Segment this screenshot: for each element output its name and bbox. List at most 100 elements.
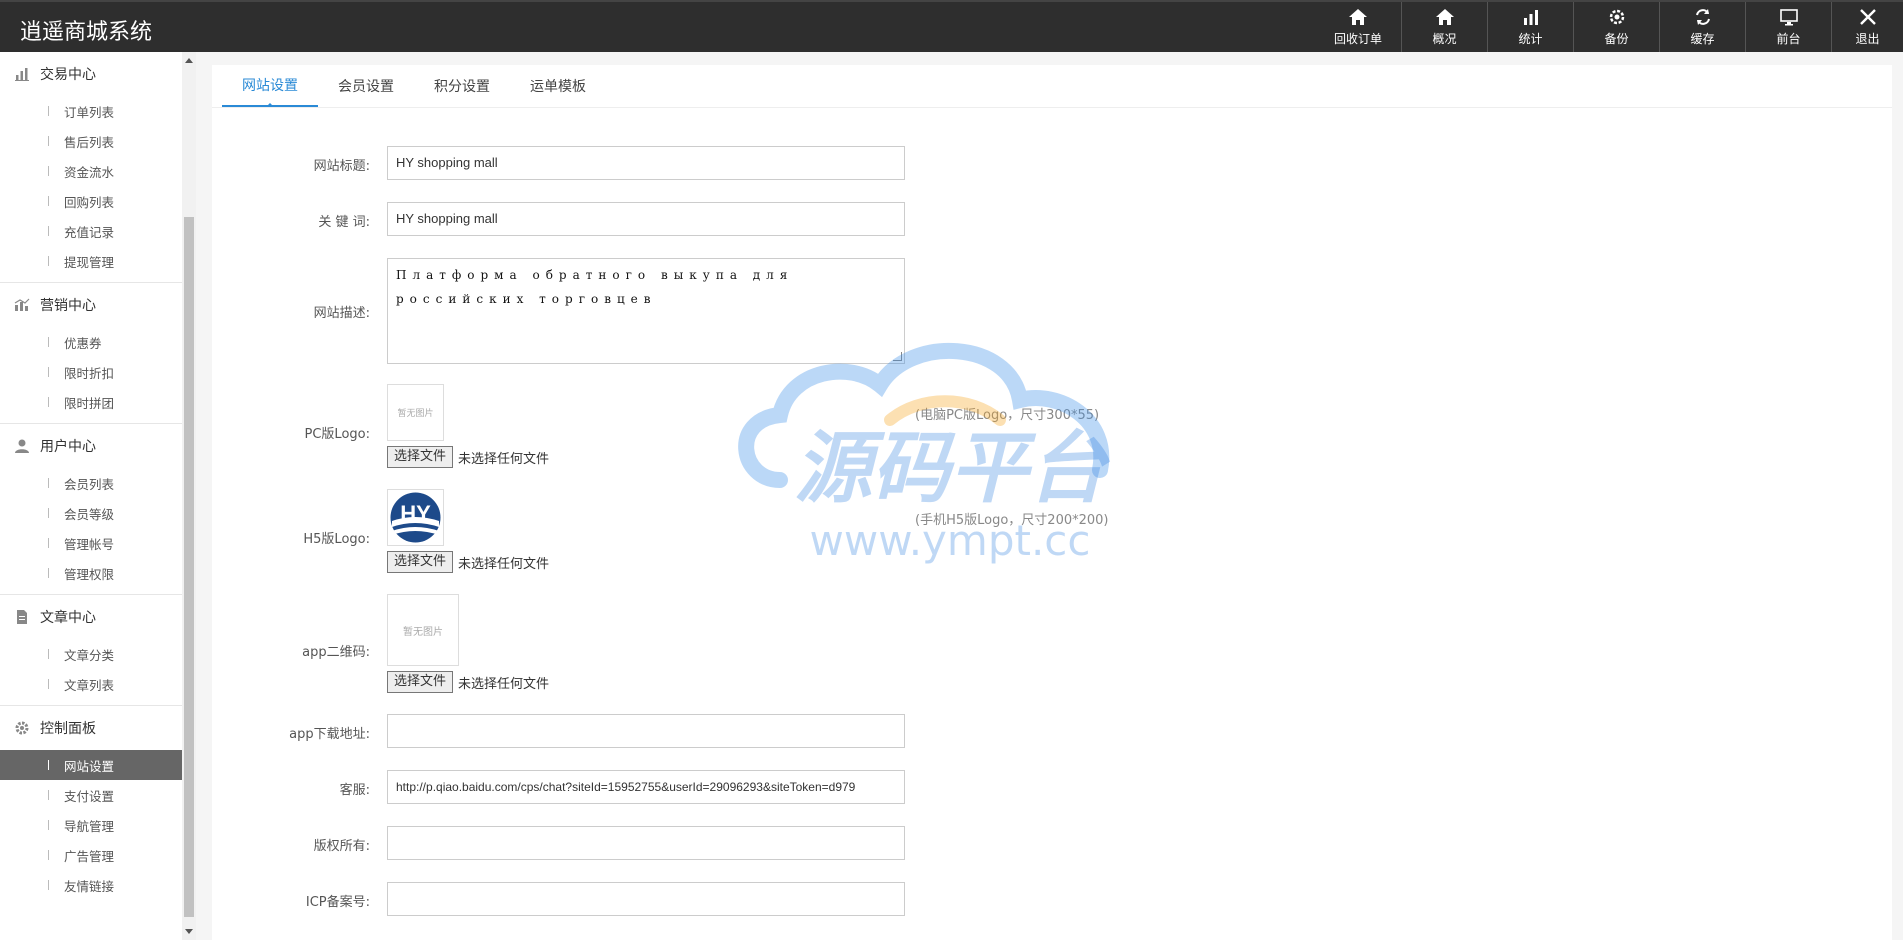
sidebar-item-label: 文章分类: [64, 647, 115, 663]
sidebar-item-ads[interactable]: 广告管理: [0, 840, 182, 870]
sidebar-item-buyback[interactable]: 回购列表: [0, 186, 182, 216]
sidebar-group-header[interactable]: 营销中心: [0, 283, 182, 327]
sidebar-item-article-list[interactable]: 文章列表: [0, 669, 182, 699]
keywords-input[interactable]: HY shopping mall: [387, 202, 905, 236]
main-panel: 网站设置 会员设置 积分设置 运单模板 网站标题: HY shopping ma…: [212, 65, 1892, 940]
nav-statistics[interactable]: 统计: [1487, 2, 1573, 52]
tab-member-settings[interactable]: 会员设置: [318, 65, 414, 107]
pc-logo-hint: (电脑PC版Logo，尺寸300*55): [915, 408, 1100, 423]
home-icon: [1435, 9, 1454, 25]
document-icon: [17, 610, 27, 624]
nav-overview[interactable]: 概况: [1401, 2, 1487, 52]
pc-logo-label: PC版Logo:: [304, 427, 370, 442]
sidebar-item-article-categories[interactable]: 文章分类: [0, 639, 182, 669]
tab-points-settings[interactable]: 积分设置: [414, 65, 510, 107]
description-textarea[interactable]: Платформа обратного выкупа для российски…: [387, 258, 905, 364]
sidebar-item-label: 优惠券: [64, 335, 102, 351]
sidebar-item-group-buy[interactable]: 限时拼团: [0, 387, 182, 417]
refresh-icon: [1695, 9, 1710, 25]
sidebar-item-label: 限时拼团: [64, 395, 115, 411]
sidebar-group-articles: 文章中心 文章分类 文章列表: [0, 595, 182, 706]
sidebar-item-aftersale[interactable]: 售后列表: [0, 126, 182, 156]
icp-input[interactable]: [387, 882, 905, 916]
sidebar-group-header[interactable]: 交易中心: [0, 52, 182, 96]
sidebar-item-label: 支付设置: [64, 788, 115, 804]
user-icon: [15, 439, 29, 453]
site-title-label: 网站标题:: [313, 159, 370, 174]
bar-chart-icon: [1523, 10, 1538, 25]
resize-handle-icon[interactable]: [893, 352, 902, 361]
sidebar-item-label: 广告管理: [64, 848, 115, 864]
home-icon: [1349, 9, 1367, 25]
hy-logo-text: HY: [400, 501, 431, 526]
sidebar-item-flash-discount[interactable]: 限时折扣: [0, 357, 182, 387]
nav-recycle-orders[interactable]: 回收订单: [1315, 2, 1401, 52]
sidebar-group-title: 用户中心: [40, 439, 96, 455]
sidebar: 交易中心 订单列表 售后列表 资金流水 回购列表 充值记录 提现管理 营销中心 …: [0, 52, 182, 940]
sidebar-item-label: 导航管理: [64, 818, 115, 834]
app-url-input[interactable]: [387, 714, 905, 748]
sidebar-group-title: 控制面板: [40, 721, 96, 737]
file-status: 未选择任何文件: [458, 451, 550, 467]
tab-site-settings[interactable]: 网站设置: [222, 65, 318, 107]
scroll-down-icon[interactable]: [185, 929, 193, 934]
scroll-up-icon[interactable]: [185, 58, 193, 63]
sidebar-item-recharge[interactable]: 充值记录: [0, 216, 182, 246]
tab-waybill-template[interactable]: 运单模板: [510, 65, 606, 107]
nav-label: 统计: [1518, 32, 1543, 46]
sidebar-item-label: 管理权限: [64, 566, 115, 582]
sidebar-item-admin-accounts[interactable]: 管理帐号: [0, 528, 182, 558]
sidebar-item-coupons[interactable]: 优惠券: [0, 327, 182, 357]
pc-logo-preview: 暂无图片: [387, 384, 444, 441]
sidebar-group-trade: 交易中心 订单列表 售后列表 资金流水 回购列表 充值记录 提现管理: [0, 52, 182, 283]
gear-icon: [1609, 9, 1624, 25]
chart-icon: [14, 298, 30, 311]
choose-file-button[interactable]: 选择文件: [387, 446, 454, 468]
app-qr-file-input[interactable]: 选择文件 未选择任何文件: [387, 671, 549, 693]
hy-logo-image: HY: [390, 492, 441, 543]
sidebar-item-site-settings[interactable]: 网站设置: [0, 750, 182, 780]
pc-logo-file-input[interactable]: 选择文件 未选择任何文件: [387, 446, 549, 468]
sidebar-item-links[interactable]: 友情链接: [0, 870, 182, 900]
scrollbar-thumb[interactable]: [184, 217, 194, 917]
sidebar-group-title: 营销中心: [40, 298, 96, 314]
nav-label: 概况: [1432, 32, 1457, 46]
sidebar-item-navigation[interactable]: 导航管理: [0, 810, 182, 840]
sidebar-item-funds[interactable]: 资金流水: [0, 156, 182, 186]
sidebar-group-header[interactable]: 文章中心: [0, 595, 182, 639]
close-icon: [1859, 9, 1876, 25]
nav-backup[interactable]: 备份: [1573, 2, 1659, 52]
app-qr-label: app二维码:: [302, 645, 370, 660]
sidebar-item-label: 提现管理: [64, 254, 115, 270]
sidebar-item-member-levels[interactable]: 会员等级: [0, 498, 182, 528]
h5-logo-file-input[interactable]: 选择文件 未选择任何文件: [387, 551, 549, 573]
keywords-label: 关 键 词:: [318, 215, 370, 230]
sidebar-group-header[interactable]: 用户中心: [0, 424, 182, 468]
sidebar-group-header[interactable]: 控制面板: [0, 706, 182, 750]
sidebar-group-marketing: 营销中心 优惠券 限时折扣 限时拼团: [0, 283, 182, 424]
copyright-input[interactable]: [387, 826, 905, 860]
sidebar-item-payment-settings[interactable]: 支付设置: [0, 780, 182, 810]
nav-logout[interactable]: 退出: [1831, 2, 1903, 52]
nav-label: 备份: [1604, 32, 1629, 46]
sidebar-item-withdraw[interactable]: 提现管理: [0, 246, 182, 276]
nav-frontend[interactable]: 前台: [1745, 2, 1831, 52]
sidebar-item-label: 回购列表: [64, 194, 115, 210]
sidebar-item-label: 友情链接: [64, 878, 115, 894]
app-url-label: app下载地址:: [289, 727, 370, 742]
service-input[interactable]: http://p.qiao.baidu.com/cps/chat?siteId=…: [387, 770, 905, 804]
choose-file-button[interactable]: 选择文件: [387, 551, 454, 573]
nav-cache[interactable]: 缓存: [1659, 2, 1745, 52]
choose-file-button[interactable]: 选择文件: [387, 671, 454, 693]
bar-chart-icon: [15, 68, 29, 81]
gear-icon: [15, 721, 29, 735]
sidebar-item-label: 会员列表: [64, 476, 115, 492]
sidebar-group-title: 交易中心: [40, 67, 96, 83]
sidebar-item-permissions[interactable]: 管理权限: [0, 558, 182, 588]
sidebar-item-label: 管理帐号: [64, 536, 115, 552]
site-title-input[interactable]: HY shopping mall: [387, 146, 905, 180]
nav-label: 退出: [1855, 32, 1880, 46]
sidebar-item-members[interactable]: 会员列表: [0, 468, 182, 498]
sidebar-scrollbar[interactable]: [182, 52, 196, 940]
sidebar-item-orders[interactable]: 订单列表: [0, 96, 182, 126]
